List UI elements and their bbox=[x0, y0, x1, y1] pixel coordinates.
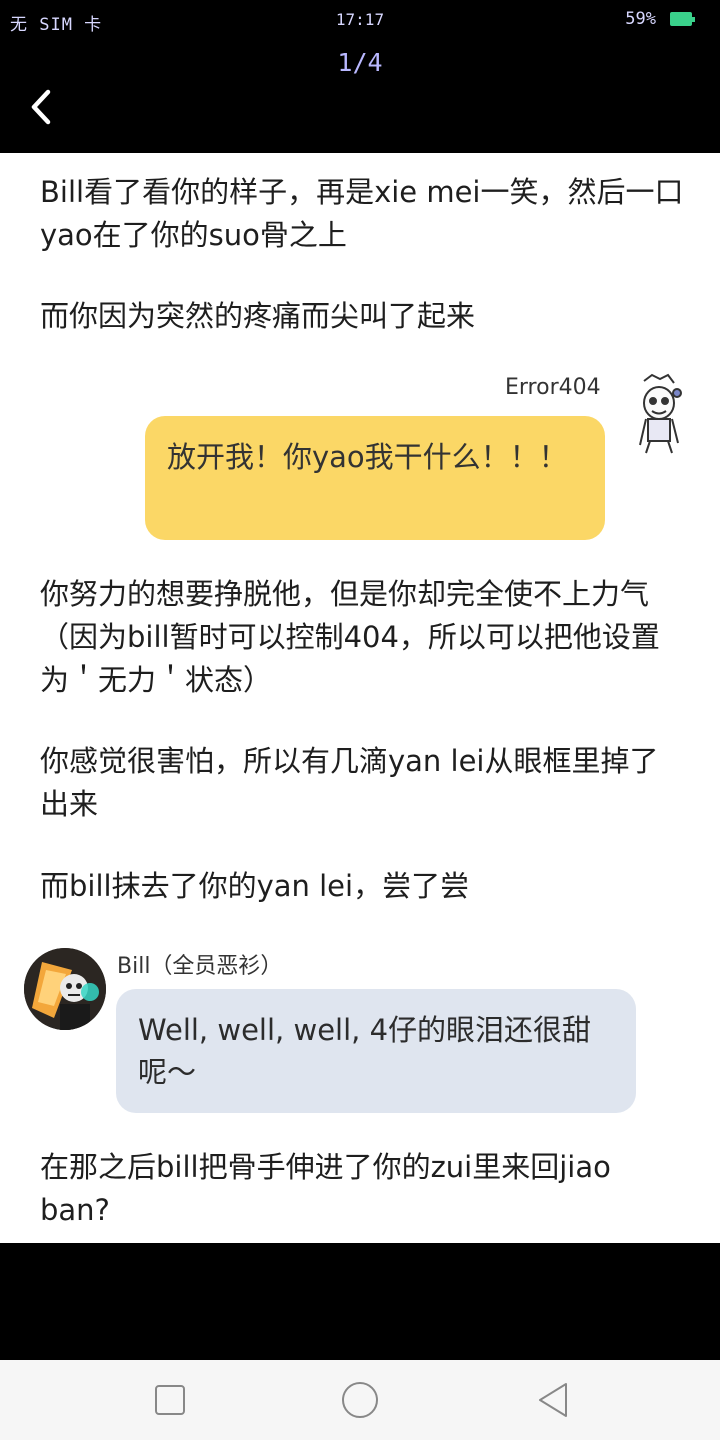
bill-avatar bbox=[24, 948, 106, 1030]
status-bar: 无 SIM 卡 17:17 59% bbox=[0, 0, 720, 42]
circle-icon bbox=[342, 1382, 378, 1418]
narration-paragraph: 你感觉很害怕，所以有几滴yan lei从眼框里掉了出来 bbox=[40, 744, 659, 821]
error404-avatar bbox=[630, 373, 690, 455]
back-button[interactable] bbox=[22, 82, 66, 132]
bill-speech-bubble: Well, well, well, 4仔的眼泪还很甜呢～ bbox=[116, 989, 636, 1113]
page-indicator: 1/4 bbox=[337, 48, 383, 77]
error404-speech-text: 放开我！你yao我干什么！！！ bbox=[167, 440, 568, 474]
narration-paragraph: 你努力的想要挣脱他，但是你却完全使不上力气（因为bill暂时可以控制404，所以… bbox=[40, 577, 660, 697]
narration-paragraph: Bill看了看你的样子，再是xie mei一笑，然后一口yao在了你的suo骨之… bbox=[40, 175, 684, 252]
error404-speech-bubble: 放开我！你yao我干什么！！！ bbox=[145, 416, 605, 540]
system-nav-bar bbox=[0, 1360, 720, 1440]
recent-apps-button[interactable] bbox=[150, 1380, 190, 1420]
battery-percent: 59% bbox=[625, 9, 656, 29]
speaker-name-bill: Bill（全员恶衫） bbox=[117, 954, 283, 979]
triangle-back-icon bbox=[539, 1383, 567, 1417]
narration-paragraph: 而bill抹去了你的yan lei，尝了尝 bbox=[40, 869, 470, 903]
status-clock: 17:17 bbox=[335, 10, 385, 29]
battery-icon bbox=[670, 12, 695, 26]
speaker-name-error404: Error404 bbox=[505, 375, 601, 400]
narration-paragraph: 在那之后bill把骨手伸进了你的zui里来回jiao ban? bbox=[40, 1150, 611, 1227]
chevron-left-icon bbox=[31, 89, 51, 125]
square-icon bbox=[155, 1385, 185, 1415]
bill-speech-text: Well, well, well, 4仔的眼泪还很甜呢～ bbox=[138, 1013, 592, 1089]
system-back-button[interactable] bbox=[534, 1380, 574, 1420]
narration-paragraph: 而你因为突然的疼痛而尖叫了起来 bbox=[40, 299, 476, 333]
story-page: Bill看了看你的样子，再是xie mei一笑，然后一口yao在了你的suo骨之… bbox=[0, 153, 720, 1243]
home-button[interactable] bbox=[340, 1380, 380, 1420]
